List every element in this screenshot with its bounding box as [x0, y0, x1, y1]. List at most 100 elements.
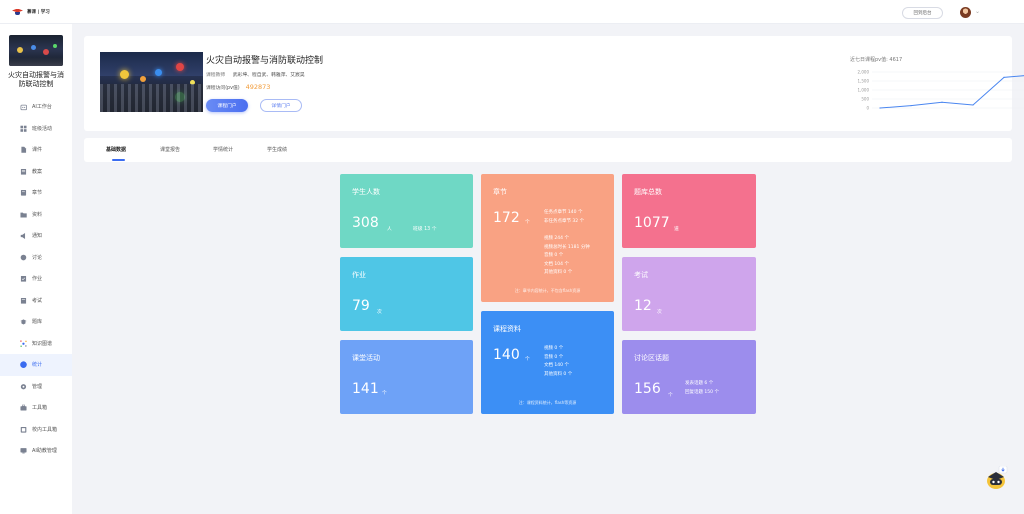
sidebar-item[interactable]: 管理 — [0, 376, 72, 398]
top-bar: 慕课 | 学习 — [0, 0, 1024, 24]
y-tick-label: 500 — [861, 97, 869, 102]
sidebar-item-label: 校内工具箱 — [32, 426, 58, 433]
sidebar-item-label: 考试 — [32, 297, 43, 304]
sidebar-item[interactable]: 讨论 — [0, 247, 72, 269]
sidebar-item-label: 课件 — [32, 147, 43, 154]
card-unit: 个 — [525, 220, 530, 225]
sidebar-item-label: AI助教管理 — [32, 448, 57, 455]
pv-data-point[interactable] — [1003, 76, 1005, 78]
course-teachers: 课程教师 武彩坤、程自武、韩雅萍、艾宸昊 — [206, 71, 305, 78]
ai-helper-widget[interactable] — [986, 465, 1008, 490]
homework-card[interactable]: 作业 79 次 — [340, 257, 473, 331]
chapter-detail: 任务点章节 140 个 非任务点章节 32 个 — [544, 209, 584, 226]
sidebar-item[interactable]: 章节 — [0, 182, 72, 204]
card-unit: 次 — [657, 310, 662, 315]
sidebar-item[interactable]: 考试 — [0, 290, 72, 312]
chapter-resources: 视频 244 个 视频总时长 1181 分钟 音频 0 个 文档 104 个 其… — [544, 235, 590, 278]
card-value: 1077 — [634, 215, 670, 231]
sidebar-item-label: AI工作台 — [32, 104, 52, 111]
course-thumbnail-small[interactable] — [9, 35, 63, 66]
chapters-card[interactable]: 章节 172 个 任务点章节 140 个 非任务点章节 32 个 视频 244 … — [481, 174, 614, 302]
card-value: 12 — [634, 298, 652, 314]
card-value: 308 — [352, 215, 379, 231]
sidebar-item[interactable]: AI助教管理 — [0, 440, 72, 462]
task-chapters: 任务点章节 140 个 — [544, 210, 583, 215]
card-title: 学生人数 — [352, 188, 380, 196]
card-value: 172 — [493, 210, 520, 226]
logo[interactable]: 慕课 | 学习 — [12, 8, 50, 16]
tab-bar: 基础数据 课堂报告 学情统计 学生成绩 — [84, 138, 1012, 162]
gear-icon — [20, 383, 27, 390]
grid-icon — [20, 125, 27, 132]
active-tab-indicator — [112, 159, 125, 161]
chart-title: 近七日课程pv值: 4617 — [850, 57, 903, 63]
discussion-card[interactable]: 讨论区话题 156 个 发表话题 6 个 回复话题 150 个 — [622, 340, 756, 414]
tab-learning-stats[interactable]: 学情统计 — [213, 146, 233, 153]
doc-count: 文档 104 个 — [544, 261, 569, 267]
material-audio: 音频 0 个 — [544, 354, 564, 360]
sidebar-item-label: 作业 — [32, 276, 43, 283]
pv-data-point[interactable] — [972, 104, 974, 106]
folder-icon — [20, 211, 27, 218]
sidebar-item-label: 知识图谱 — [32, 340, 53, 347]
detail-portal-button[interactable]: 详情门户 — [260, 99, 302, 112]
tab-student-grades[interactable]: 学生成绩 — [267, 146, 287, 153]
sidebar-item[interactable]: 题库 — [0, 311, 72, 333]
class-count: 班级 13 个 — [413, 227, 437, 232]
materials-card[interactable]: 课程资料 140 个 视频 0 个 音频 0 个 文档 140 个 其他资料 0… — [481, 311, 614, 414]
video-count: 视频 244 个 — [544, 236, 569, 241]
course-portal-button[interactable]: 课程门户 — [206, 99, 248, 112]
exam-card[interactable]: 考试 12 次 — [622, 257, 756, 331]
material-doc: 文档 140 个 — [544, 363, 569, 368]
non-task-chapters: 非任务点章节 32 个 — [544, 218, 585, 224]
card-value: 79 — [352, 298, 370, 314]
ai-assistant-icon — [20, 447, 27, 454]
sidebar-item-label: 章节 — [32, 190, 43, 197]
robot-helper-icon — [987, 465, 1008, 489]
sidebar-item[interactable]: 校内工具箱 — [0, 419, 72, 441]
logo-text: 慕课 | 学习 — [27, 9, 50, 15]
pv-data-point[interactable] — [941, 101, 943, 103]
pv-series-line — [879, 75, 1024, 109]
topics-posted: 发表话题 6 个 — [685, 381, 714, 386]
robot-icon — [20, 103, 27, 111]
graduation-cap-icon — [12, 8, 23, 16]
sidebar-item-label: 资料 — [32, 211, 43, 218]
course-thumbnail[interactable] — [100, 52, 203, 112]
chat-icon — [20, 254, 27, 261]
sidebar-item[interactable]: 作业 — [0, 268, 72, 290]
sidebar-item[interactable]: AI工作台 — [0, 96, 72, 118]
sidebar-course-title: 火灾自动报警与消防联动控制 — [8, 71, 64, 88]
sidebar-item-label: 班级活动 — [32, 125, 53, 132]
sidebar-item[interactable]: 通知 — [0, 225, 72, 247]
sidebar-item[interactable]: 统计 — [0, 354, 72, 376]
material-video: 视频 0 个 — [544, 346, 564, 351]
chevron-down-icon[interactable]: ⌄ — [975, 8, 980, 15]
tab-class-report[interactable]: 课堂报告 — [160, 146, 180, 153]
sidebar-item[interactable]: 资料 — [0, 204, 72, 226]
students-card[interactable]: 学生人数 308 人 班级 13 个 — [340, 174, 473, 248]
activities-card[interactable]: 课堂活动 141 个 — [340, 340, 473, 414]
sidebar-item[interactable]: 班级活动 — [0, 118, 72, 140]
homework-icon — [20, 275, 27, 282]
question-bank-card[interactable]: 题库总数 1077 道 — [622, 174, 756, 248]
tab-basic-data[interactable]: 基础数据 — [106, 146, 126, 153]
sidebar: 火灾自动报警与消防联动控制 AI工作台班级活动课件教案章节资料通知 讨论作业考试题… — [0, 24, 72, 514]
toolbox-icon — [20, 404, 27, 411]
avatar[interactable] — [960, 7, 971, 18]
pv-data-point[interactable] — [910, 105, 912, 107]
pv-label: 课程访问(pv值) — [206, 85, 240, 91]
file-icon — [20, 146, 27, 153]
back-to-admin-button[interactable]: 回到后台 — [902, 7, 943, 19]
pv-line-chart: 2,000 1,500 1,000 500 0 — [858, 70, 1024, 111]
school-tools-icon — [20, 426, 27, 433]
sidebar-item-label: 教案 — [32, 168, 43, 175]
course-header-card: 火灾自动报警与消防联动控制 课程教师 武彩坤、程自武、韩雅萍、艾宸昊 课程访问(… — [84, 36, 1024, 131]
sidebar-item[interactable]: 教案 — [0, 161, 72, 183]
material-footnote: 注：课程资料统计，flash等资源 — [518, 400, 577, 405]
pv-data-point[interactable] — [879, 107, 881, 109]
sidebar-item[interactable]: 工具箱 — [0, 397, 72, 419]
course-pv: 课程访问(pv值) 492873 — [206, 83, 270, 91]
sidebar-item[interactable]: 课件 — [0, 139, 72, 161]
sidebar-item[interactable]: 知识图谱 — [0, 333, 72, 355]
